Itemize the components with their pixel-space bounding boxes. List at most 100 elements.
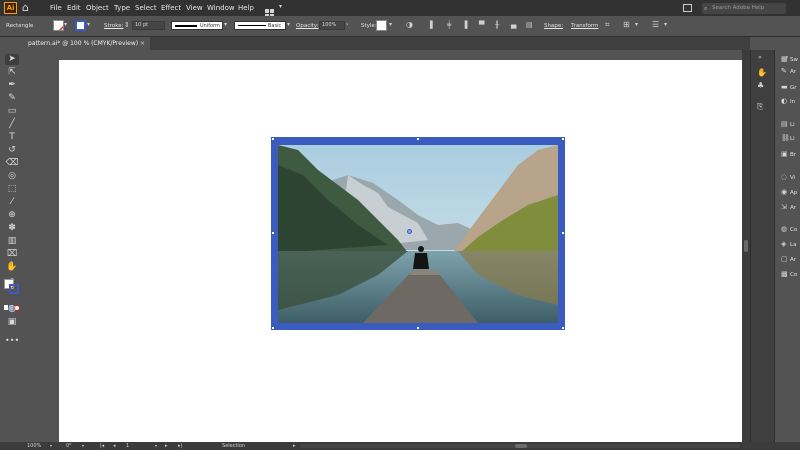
selection-handle-bottom-left[interactable] [271, 326, 275, 330]
panel-appearance[interactable]: ◉ Ap [781, 187, 797, 197]
previous-artboard-icon[interactable]: ◂ [113, 442, 116, 450]
placed-landscape-image[interactable] [278, 145, 558, 323]
menu-window[interactable]: Window [207, 3, 235, 13]
distribute-icon[interactable]: ▤ [526, 20, 533, 30]
selection-handle-bottom-middle[interactable] [416, 326, 420, 330]
opacity-field[interactable]: 100% [319, 21, 345, 30]
chevron-down-icon[interactable]: ▾ [279, 3, 282, 10]
search-input[interactable]: ⌕ Search Adobe Help [702, 3, 786, 14]
menu-type[interactable]: Type [114, 3, 130, 13]
type-tool-icon[interactable]: T [5, 132, 19, 143]
align-top-icon[interactable]: ▀ [479, 20, 484, 30]
panel-libraries[interactable]: ▤ Li [781, 119, 795, 129]
stroke-stepper-icon[interactable]: ⇕ [124, 20, 130, 30]
document-tab[interactable]: pattern.ai* @ 100 % (CMYK/Preview) × [24, 37, 150, 50]
shape-builder-tool-icon[interactable]: ⊕ [5, 210, 19, 221]
hand-icon[interactable]: ✋ [757, 68, 767, 78]
selection-handle-top-right[interactable] [561, 137, 565, 141]
stroke-dropdown-icon[interactable]: ▾ [87, 20, 90, 30]
home-icon[interactable]: ⌂ [22, 2, 34, 14]
menu-view[interactable]: View [186, 3, 203, 13]
zoom-level[interactable]: 100% [27, 442, 41, 450]
arrange-icon[interactable]: ⊞ [623, 20, 630, 30]
brush-dropdown-icon[interactable]: ▾ [287, 20, 290, 30]
menu-select[interactable]: Select [135, 3, 157, 13]
variable-width-profile[interactable]: Uniform [171, 21, 223, 30]
eyedropper-tool-icon[interactable]: ⁄ [5, 197, 19, 208]
dock-collapse-icon[interactable]: » [758, 53, 762, 63]
default-stroke-swatch[interactable] [9, 284, 19, 294]
panel-artboards-list[interactable]: ▢ Ar [781, 254, 796, 264]
style-dropdown-icon[interactable]: ▾ [389, 20, 392, 30]
selection-handle-top-middle[interactable] [416, 137, 420, 141]
rotation-dropdown-icon[interactable]: ▾ [82, 442, 84, 450]
shape-label[interactable]: Shape: [544, 22, 563, 30]
isolate-object-icon[interactable]: ⌗ [605, 20, 610, 30]
selection-handle-top-left[interactable] [271, 137, 275, 141]
status-menu-icon[interactable]: ▸ [293, 442, 296, 450]
curvature-tool-icon[interactable]: ✎ [5, 93, 19, 104]
screen-mode-icon[interactable]: ▣ [5, 317, 19, 328]
selection-handle-middle-left[interactable] [271, 231, 275, 235]
panel-gradient[interactable]: ▬ Gr [781, 82, 797, 92]
arrange-dropdown-icon[interactable]: ▾ [635, 20, 638, 30]
vertical-scrollbar[interactable] [742, 50, 750, 442]
stroke-label[interactable]: Stroke: [104, 22, 123, 30]
selection-handle-bottom-right[interactable] [561, 326, 565, 330]
opacity-dropdown-icon[interactable]: › [346, 20, 348, 30]
arrange-documents-icon[interactable] [683, 4, 692, 12]
opacity-label[interactable]: Opacity: [296, 22, 319, 30]
menu-file[interactable]: File [50, 3, 62, 13]
last-artboard-icon[interactable]: ▸| [178, 442, 182, 450]
transform-label[interactable]: Transform [571, 22, 598, 30]
symbol-sprayer-tool-icon[interactable]: ✽ [5, 223, 19, 234]
align-bottom-icon[interactable]: ▄ [511, 20, 516, 30]
first-artboard-icon[interactable]: |◂ [100, 442, 104, 450]
panel-swatches[interactable]: ▦ Sw [781, 54, 798, 64]
draw-mode-icon[interactable]: ◍ [5, 304, 19, 315]
artboard-dropdown-icon[interactable]: ▾ [155, 442, 157, 450]
export-icon[interactable]: ⎘ [757, 102, 763, 112]
paintbrush-tool-icon[interactable]: ╱ [5, 119, 19, 130]
panel-variables[interactable]: ◌ Vi [781, 172, 795, 182]
horizontal-scrollbar[interactable] [300, 444, 740, 448]
fill-swatch[interactable] [53, 20, 64, 31]
selection-handle-middle-right[interactable] [561, 231, 565, 235]
panel-menu-dropdown-icon[interactable]: ▾ [664, 20, 667, 30]
club-symbol-icon[interactable]: ♣ [757, 81, 764, 91]
rotation-value[interactable]: 0° [66, 442, 72, 450]
align-center-icon[interactable]: ╪ [447, 20, 451, 30]
align-middle-icon[interactable]: ╫ [495, 20, 499, 30]
rotate-tool-icon[interactable]: ↺ [5, 145, 19, 156]
next-artboard-icon[interactable]: ▸ [165, 442, 168, 450]
recolor-artwork-icon[interactable]: ◑ [406, 20, 413, 30]
artboard-tool-icon[interactable]: ⌧ [5, 249, 19, 260]
stroke-weight-field[interactable]: 10 pt [132, 21, 165, 30]
edit-toolbar-icon[interactable]: ••• [5, 335, 19, 346]
panel-color[interactable]: ◍ Co [781, 224, 797, 234]
rectangle-tool-icon[interactable]: ▭ [5, 106, 19, 117]
close-icon[interactable]: × [140, 37, 145, 50]
panel-layers[interactable]: ◈ La [781, 239, 796, 249]
menu-effect[interactable]: Effect [161, 3, 181, 13]
selection-tool-icon[interactable]: ➤ [5, 54, 19, 65]
panel-brushes[interactable]: ▣ Br [781, 149, 796, 159]
align-left-icon[interactable]: ▌ [430, 20, 435, 30]
menu-help[interactable]: Help [238, 3, 254, 13]
scrollbar-thumb[interactable] [744, 240, 748, 252]
zoom-dropdown-icon[interactable]: ▾ [50, 442, 52, 450]
hand-tool-icon[interactable]: ✋ [5, 262, 19, 273]
panel-color-guide[interactable]: ▩ Co [781, 269, 797, 279]
profile-dropdown-icon[interactable]: ▾ [224, 20, 227, 30]
graphic-style-swatch[interactable] [376, 20, 387, 31]
pen-tool-icon[interactable]: ✒ [5, 80, 19, 91]
free-transform-tool-icon[interactable]: ⬚ [5, 184, 19, 195]
panel-asset-export[interactable]: ⇲ Ar [781, 202, 796, 212]
fill-dropdown-icon[interactable]: ▾ [64, 20, 67, 30]
direct-selection-tool-icon[interactable]: ⇱ [5, 67, 19, 78]
align-right-icon[interactable]: ▐ [462, 20, 467, 30]
panel-image-trace[interactable]: ◐ In [781, 96, 795, 106]
color-mode-icons[interactable] [4, 296, 20, 311]
warp-tool-icon[interactable]: ◎ [5, 171, 19, 182]
menu-object[interactable]: Object [86, 3, 109, 13]
